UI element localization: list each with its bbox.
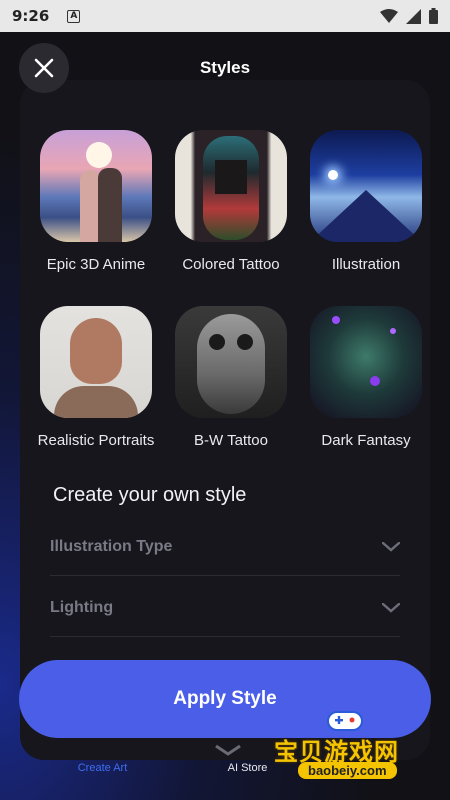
layers-icon: [214, 744, 241, 756]
status-bar: 9:26 A: [0, 0, 450, 32]
status-time: 9:26: [12, 7, 50, 25]
nav-create-art[interactable]: Create Art: [40, 738, 165, 800]
dropdown-label: Lighting: [50, 598, 114, 616]
chevron-down-icon: [382, 541, 400, 552]
illustration-type-dropdown[interactable]: Illustration Type: [50, 518, 400, 576]
wifi-icon: [380, 8, 398, 23]
style-card-dark-fantasy[interactable]: Dark Fantasy: [298, 306, 434, 449]
signal-icon: [406, 8, 421, 24]
style-card-epic-3d-anime[interactable]: Epic 3D Anime: [28, 130, 164, 273]
dark-fantasy-thumbnail: [310, 306, 422, 418]
battery-icon: [429, 8, 438, 24]
nav-label: AI Store: [227, 762, 268, 774]
style-label: Colored Tattoo: [182, 256, 280, 273]
colored-tattoo-thumbnail: [175, 130, 287, 242]
dropdown-label: Illustration Type: [50, 537, 173, 555]
mountain-night-thumbnail: [310, 130, 422, 242]
anime-couple-thumbnail: [40, 130, 152, 242]
style-label: Dark Fantasy: [321, 432, 411, 449]
watermark-sub: baobeiy.com: [298, 762, 397, 779]
gamepad-icon: [327, 711, 363, 731]
style-card-realistic-portraits[interactable]: Realistic Portraits: [28, 306, 164, 449]
header: Styles: [0, 32, 450, 104]
lighting-dropdown[interactable]: Lighting: [50, 579, 400, 637]
chevron-down-icon: [382, 602, 400, 613]
page-title: Styles: [199, 58, 251, 77]
style-label: Realistic Portraits: [37, 432, 155, 449]
watermark: 宝贝游戏网 baobeiy.com: [268, 711, 438, 784]
style-card-colored-tattoo[interactable]: Colored Tattoo: [163, 130, 299, 273]
status-icons: [380, 8, 438, 24]
style-card-bw-tattoo[interactable]: B-W Tattoo: [163, 306, 299, 449]
owl-tattoo-thumbnail: [175, 306, 287, 418]
realistic-portrait-thumbnail: [40, 306, 152, 418]
notification-a-icon: A: [67, 9, 81, 23]
nav-label: Create Art: [77, 762, 128, 774]
style-label: Illustration: [331, 256, 401, 273]
style-label: Epic 3D Anime: [46, 256, 146, 273]
style-label: B-W Tattoo: [194, 432, 268, 449]
create-style-heading: Create your own style: [53, 484, 247, 506]
style-card-illustration[interactable]: Illustration: [298, 130, 434, 273]
